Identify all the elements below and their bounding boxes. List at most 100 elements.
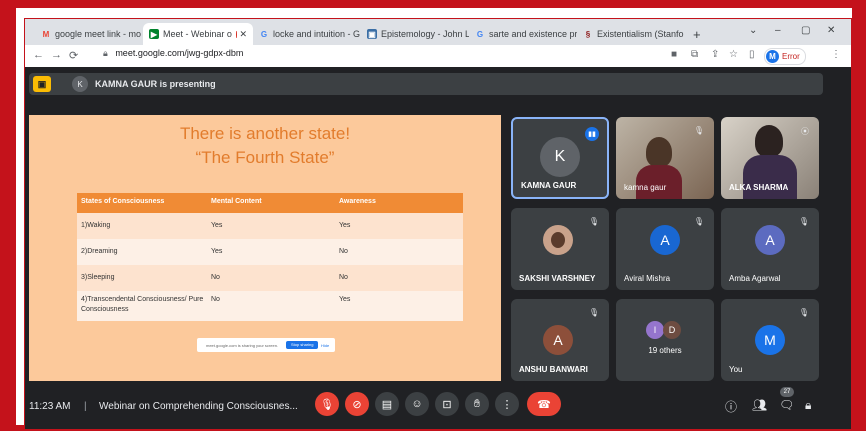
participant-name: You <box>729 365 743 374</box>
kebab-menu-icon[interactable]: ⋮ <box>831 49 841 60</box>
present-screen-icon[interactable]: ▣ <box>33 76 51 92</box>
profile-photo-face <box>551 232 565 248</box>
mic-off-icon: 🎙︎ <box>588 217 599 226</box>
minimize-icon[interactable]: – <box>775 25 781 36</box>
avatar: K <box>540 137 580 177</box>
share-icon[interactable]: ⇪ <box>711 49 719 60</box>
mic-off-icon: 🎙︎ <box>320 398 334 411</box>
address-toolbar: ← → ⟳ 🔒︎ meet.google.com/jwg-gdpx-dbm ■ … <box>25 45 851 68</box>
avatar: A <box>650 225 680 255</box>
present-now-button[interactable]: ⊡ <box>435 392 459 416</box>
more-icon[interactable]: ⦿ <box>801 126 809 137</box>
table-row: 2)Dreaming Yes No <box>77 239 463 265</box>
participant-tile-aviral-mishra[interactable]: A 🎙︎ Aviral Mishra <box>616 208 714 290</box>
participant-video-body <box>636 165 682 199</box>
leave-call-button[interactable]: ☎︎ <box>527 392 561 416</box>
google-search-icon: G <box>476 29 484 39</box>
forward-icon[interactable]: → <box>51 49 62 61</box>
lock-icon: 🔒︎ <box>103 48 108 58</box>
meeting-title: Webinar on Comprehending Consciousnes... <box>99 401 298 412</box>
table-cell: No <box>211 274 220 281</box>
participant-tile-sakshi-varshney[interactable]: 🎙︎ SAKSHI VARSHNEY <box>511 208 609 290</box>
close-icon[interactable]: ✕ <box>236 29 247 40</box>
back-icon[interactable]: ← <box>33 49 44 61</box>
table-header: States of Consciousness Mental Content A… <box>77 193 463 213</box>
host-controls-icon[interactable]: 🔒︎ <box>805 398 811 413</box>
table-row: 4)Transcendental Consciousness/ Pure Con… <box>77 291 463 321</box>
screen-share-notice: meet.google.com is sharing your screen. … <box>197 338 335 352</box>
table-cell: No <box>339 274 348 281</box>
table-cell: Yes <box>211 222 223 229</box>
mic-off-icon: 🎙︎ <box>693 217 704 226</box>
mic-off-icon: 🎙︎ <box>693 126 704 135</box>
tab-existentialism[interactable]: § Existentialism (Stanfo ✕ <box>577 23 685 45</box>
participant-tile-others[interactable]: I D 19 others <box>616 299 714 381</box>
tab-sartre[interactable]: G sarte and existence pr ✕ <box>469 23 577 45</box>
participant-tile-kamna-gaur-video[interactable]: 🎙︎ kamna gaur <box>616 117 714 199</box>
emoji-icon: ☺ <box>411 398 423 410</box>
table-cell: 1)Waking <box>81 222 111 229</box>
google-search-icon: G <box>260 29 268 39</box>
profile-status: Error <box>782 52 800 61</box>
participant-tile-alka-sharma[interactable]: ⦿ ALKA SHARMA <box>721 117 819 199</box>
participant-tile-you[interactable]: M 🎙︎ You <box>721 299 819 381</box>
raise-hand-button[interactable]: ✋︎ <box>465 392 489 416</box>
tab-locke[interactable]: G locke and intuition - G ✕ <box>253 23 361 45</box>
tab-search-icon[interactable]: ⌄ <box>749 25 757 36</box>
profile-photo <box>543 225 573 255</box>
star-icon[interactable]: ☆ <box>729 49 738 60</box>
camera-toggle-button[interactable]: ⊘ <box>345 392 369 416</box>
people-icon[interactable]: 👥︎ <box>752 398 767 412</box>
mic-toggle-button[interactable]: 🎙︎ <box>315 392 339 416</box>
hang-up-icon: ☎︎ <box>537 398 551 411</box>
chat-icon[interactable]: 🗨︎ <box>779 398 794 412</box>
google-meet-icon: ▶ <box>149 29 159 39</box>
hide-notice-button[interactable]: Hide <box>321 343 329 348</box>
window-close-icon[interactable]: ✕ <box>827 25 835 36</box>
emoji-reaction-button[interactable]: ☺ <box>405 392 429 416</box>
captions-icon: ▤ <box>381 398 393 411</box>
tab-meet[interactable]: ▶ Meet - Webinar o ✕ <box>143 23 253 45</box>
meet-view: ▣ K KAMNA GAUR is presenting There is an… <box>25 67 851 429</box>
more-options-button[interactable]: ⋮ <box>495 392 519 416</box>
participant-name: Amba Agarwal <box>729 274 781 283</box>
table-cell: No <box>211 296 220 303</box>
info-icon[interactable]: ⓘ <box>725 398 737 415</box>
participant-tile-anshu-banwari[interactable]: A 🎙︎ ANSHU BANWARI <box>511 299 609 381</box>
profile-button[interactable]: M Error <box>764 48 806 65</box>
table-cell: Yes <box>339 222 351 229</box>
url-bar[interactable]: 🔒︎ meet.google.com/jwg-gdpx-dbm <box>103 48 243 59</box>
captions-button[interactable]: ▤ <box>375 392 399 416</box>
gmail-icon: M <box>42 29 50 39</box>
open-in-app-icon[interactable]: ⧉ <box>691 49 698 60</box>
reload-icon[interactable]: ⟳ <box>69 49 78 62</box>
new-tab-button[interactable]: + <box>687 23 707 45</box>
avatar: K <box>72 76 88 92</box>
meeting-controls-bar: 11:23 AM | Webinar on Comprehending Cons… <box>25 387 851 429</box>
meeting-time: 11:23 AM <box>29 401 71 412</box>
tab-label: Existentialism (Stanfo <box>597 29 684 39</box>
tab-epistemology[interactable]: ▣ Epistemology - John L ✕ <box>361 23 469 45</box>
close-icon[interactable]: ✕ <box>684 29 685 40</box>
table-cell: No <box>339 248 348 255</box>
stop-sharing-button[interactable]: Stop sharing <box>286 341 319 349</box>
participant-tile-kamna-gaur[interactable]: K ▮▮ KAMNA GAUR <box>511 117 609 199</box>
tab-label: sarte and existence pr <box>489 29 577 39</box>
others-count: 19 others <box>648 346 682 355</box>
slide-title: There is another state! <box>179 124 351 143</box>
camera-icon[interactable]: ■ <box>671 49 677 60</box>
participant-name: Aviral Mishra <box>624 274 671 283</box>
tab-gmail[interactable]: M google meet link - mo ✕ <box>35 23 143 45</box>
kebab-menu-icon: ⋮ <box>501 398 513 411</box>
mic-off-icon: 🎙︎ <box>798 308 809 317</box>
tab-label: Epistemology - John L <box>381 29 469 39</box>
side-panel-icon[interactable]: ▯ <box>749 49 755 60</box>
mic-off-icon: 🎙︎ <box>588 308 599 317</box>
participant-tile-amba-agarwal[interactable]: A 🎙︎ Amba Agarwal <box>721 208 819 290</box>
participant-count-badge: 27 <box>780 387 794 397</box>
participant-name: ANSHU BANWARI <box>519 365 588 374</box>
shared-slide: There is another state! “The Fourth Stat… <box>29 115 501 381</box>
browser-window: M google meet link - mo ✕ ▶ Meet - Webin… <box>24 18 852 430</box>
participant-name: SAKSHI VARSHNEY <box>519 274 596 283</box>
restore-icon[interactable]: ▢ <box>801 25 810 36</box>
